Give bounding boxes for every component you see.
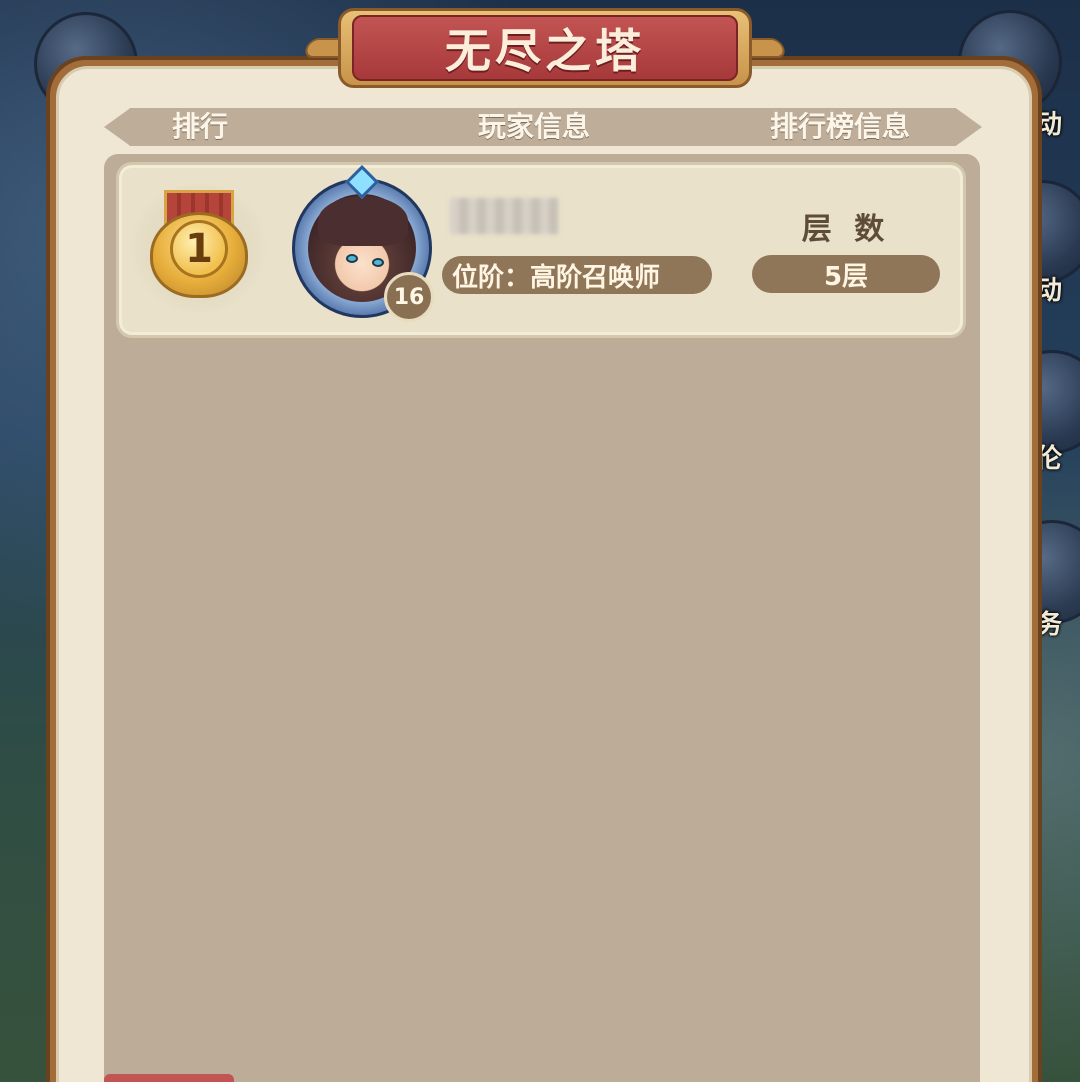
rank-badge: 1 xyxy=(170,220,228,278)
bottom-tab-accent xyxy=(104,1074,234,1082)
title-plate: 无尽之塔 xyxy=(352,15,738,81)
avatar-eye-right xyxy=(372,258,384,267)
floors-label: 层 数 xyxy=(801,212,891,247)
floors-value: 5层 xyxy=(823,261,869,292)
avatar-hair xyxy=(318,196,408,246)
header-rank: 排行 xyxy=(172,110,229,143)
header-player-info: 玩家信息 xyxy=(478,110,591,143)
rank-title: 位阶：高阶召唤师 xyxy=(452,262,661,293)
level-badge: 16 xyxy=(384,272,434,322)
rank-title-pill: 位阶：高阶召唤师 xyxy=(442,256,712,294)
floors-pill: 5层 xyxy=(752,255,940,293)
player-level: 16 xyxy=(393,284,425,310)
player-name xyxy=(450,198,558,234)
header-leaderboard-info: 排行榜信息 xyxy=(770,110,911,143)
avatar-eye-left xyxy=(346,254,358,263)
panel-title: 无尽之塔 xyxy=(445,24,645,78)
rank-number: 1 xyxy=(185,226,213,272)
